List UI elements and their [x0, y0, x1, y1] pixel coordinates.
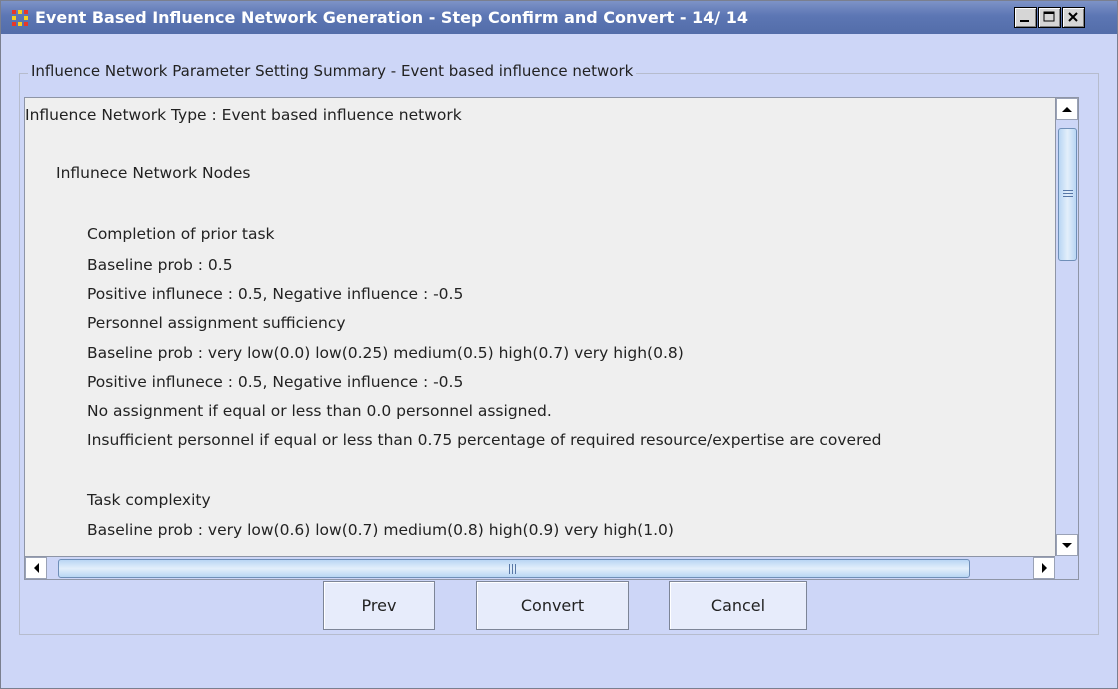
convert-button[interactable]: Convert	[476, 581, 629, 630]
ora-app-icon	[12, 10, 28, 26]
summary-line: No assignment if equal or less than 0.0 …	[87, 402, 552, 420]
close-icon	[1068, 12, 1078, 22]
summary-group-title: Influence Network Parameter Setting Summ…	[28, 62, 637, 80]
summary-text-area[interactable]: Influence Network Type : Event based inf…	[25, 98, 1055, 556]
scroll-down-button[interactable]	[1056, 534, 1078, 556]
summary-line: Positive influnece : 0.5, Negative influ…	[87, 285, 464, 303]
summary-line: Positive influnece : 0.5, Negative influ…	[87, 373, 464, 391]
arrow-right-icon	[1042, 563, 1047, 573]
summary-line: Personnel assignment sufficiency	[87, 314, 346, 332]
vertical-scrollbar[interactable]	[1055, 98, 1078, 556]
window-title: Event Based Influence Network Generation…	[35, 8, 748, 27]
summary-line: Influnece Network Nodes	[56, 164, 251, 182]
minimize-button[interactable]	[1014, 7, 1037, 28]
horizontal-scrollbar[interactable]	[25, 556, 1055, 579]
summary-line: Insufficient personnel if equal or less …	[87, 431, 882, 449]
summary-line: Influence Network Type : Event based inf…	[25, 106, 462, 124]
scroll-up-button[interactable]	[1056, 98, 1078, 120]
minimize-icon	[1020, 20, 1029, 22]
summary-line: Baseline prob : very low(0.0) low(0.25) …	[87, 344, 684, 362]
summary-line: Baseline prob : 0.5	[87, 256, 233, 274]
maximize-icon	[1043, 11, 1055, 22]
summary-line: Baseline prob : very low(0.6) low(0.7) m…	[87, 521, 674, 539]
horizontal-scroll-thumb[interactable]	[58, 559, 970, 578]
scroll-corner	[1055, 556, 1078, 579]
title-bar[interactable]: Event Based Influence Network Generation…	[1, 1, 1117, 34]
summary-line: Task complexity	[87, 491, 211, 509]
arrow-down-icon	[1062, 543, 1072, 548]
summary-scroll-pane[interactable]: Influence Network Type : Event based inf…	[24, 97, 1079, 580]
vertical-scroll-thumb[interactable]	[1058, 128, 1077, 261]
scroll-left-button[interactable]	[25, 557, 47, 579]
arrow-up-icon	[1062, 107, 1072, 112]
prev-button[interactable]: Prev	[323, 581, 435, 630]
close-button[interactable]	[1062, 7, 1085, 28]
dialog-window: Event Based Influence Network Generation…	[0, 0, 1118, 689]
cancel-button[interactable]: Cancel	[669, 581, 807, 630]
scroll-right-button[interactable]	[1033, 557, 1055, 579]
summary-line: Completion of prior task	[87, 225, 275, 243]
maximize-button[interactable]	[1038, 7, 1061, 28]
arrow-left-icon	[34, 563, 39, 573]
